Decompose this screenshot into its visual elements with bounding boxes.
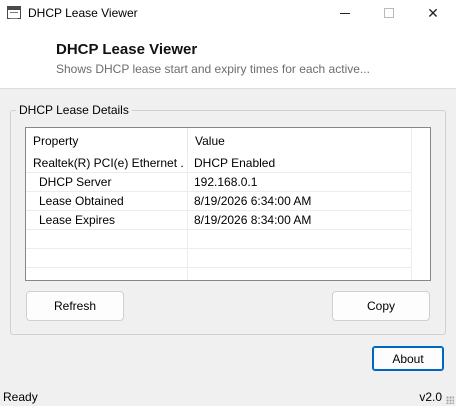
title-bar[interactable]: DHCP Lease Viewer ✕: [0, 0, 456, 26]
empty-row: [26, 230, 411, 249]
refresh-button[interactable]: Refresh: [26, 291, 124, 321]
page-title: DHCP Lease Viewer: [56, 41, 198, 58]
list-row[interactable]: Lease Obtained 8/19/2026 6:34:00 AM: [26, 192, 411, 211]
cell-property: Lease Obtained: [39, 194, 124, 208]
close-icon: ✕: [427, 4, 439, 21]
resize-grip-icon[interactable]: [446, 396, 454, 404]
empty-row: [26, 249, 411, 268]
copy-button[interactable]: Copy: [332, 291, 430, 321]
column-divider: [187, 154, 188, 280]
about-button[interactable]: About: [372, 346, 444, 371]
cell-value: 8/19/2026 8:34:00 AM: [194, 213, 312, 227]
cell-property: Realtek(R) PCI(e) Ethernet ...: [33, 156, 183, 170]
maximize-button[interactable]: [366, 0, 412, 26]
cell-value: 192.168.0.1: [194, 175, 258, 189]
window-title: DHCP Lease Viewer: [28, 6, 138, 20]
column-divider: [411, 128, 412, 280]
window-app-icon: [7, 6, 21, 19]
minimize-icon: [340, 12, 350, 14]
status-bar: Ready v2.0: [0, 387, 456, 406]
column-header-property[interactable]: Property: [26, 128, 187, 154]
list-row[interactable]: Realtek(R) PCI(e) Ethernet ... DHCP Enab…: [26, 154, 411, 173]
close-button[interactable]: ✕: [410, 0, 456, 26]
cell-property: DHCP Server: [39, 175, 112, 189]
cell-value: DHCP Enabled: [194, 156, 276, 170]
header-banner: DHCP Lease Viewer Shows DHCP lease start…: [0, 26, 456, 89]
group-label: DHCP Lease Details: [16, 103, 132, 117]
column-header-value[interactable]: Value: [187, 128, 411, 154]
main-window: DHCP Lease Viewer ✕ DHCP Lease Viewer Sh…: [0, 0, 456, 406]
minimize-button[interactable]: [322, 0, 368, 26]
maximize-icon: [384, 8, 394, 18]
page-subtitle: Shows DHCP lease start and expiry times …: [56, 62, 370, 76]
cell-property: Lease Expires: [39, 213, 116, 227]
status-text: Ready: [3, 390, 38, 404]
list-row[interactable]: Lease Expires 8/19/2026 8:34:00 AM: [26, 211, 411, 230]
version-label: v2.0: [419, 390, 442, 404]
lease-list-view[interactable]: Property Value Realtek(R) PCI(e) Etherne…: [25, 127, 431, 281]
cell-value: 8/19/2026 6:34:00 AM: [194, 194, 312, 208]
list-row[interactable]: DHCP Server 192.168.0.1: [26, 173, 411, 192]
